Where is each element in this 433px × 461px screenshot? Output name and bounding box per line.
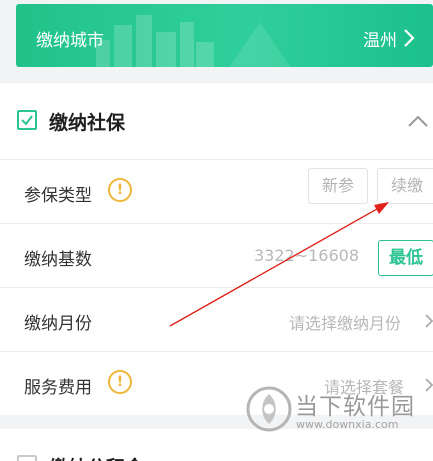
social-insurance-card: 缴纳社保 参保类型 ! 新参 续缴 缴纳基数 3322~16608 最低 缴纳月…	[0, 83, 433, 415]
city-label: 缴纳城市	[36, 31, 104, 51]
base-range: 3322~16608	[254, 246, 360, 265]
section-title: 缴纳社保	[49, 112, 126, 134]
section-header[interactable]: 缴纳社保	[0, 83, 433, 160]
chevron-up-icon[interactable]	[407, 114, 429, 128]
chevron-right-icon[interactable]	[424, 313, 433, 329]
banner-decoration	[226, 22, 294, 67]
info-icon[interactable]: !	[108, 178, 132, 202]
month-placeholder[interactable]: 请选择缴纳月份	[289, 310, 401, 334]
checkbox-unchecked-icon[interactable]	[17, 455, 37, 461]
month-row[interactable]: 缴纳月份 请选择缴纳月份	[0, 288, 433, 352]
city-skyline-decoration	[96, 15, 214, 67]
watermark-name: 当下软件园	[295, 394, 415, 420]
watermark-url: www.downxia.com	[296, 418, 399, 431]
continue-pay-button[interactable]: 续缴	[377, 168, 433, 204]
city-banner[interactable]: 缴纳城市 温州	[16, 4, 433, 67]
base-label: 缴纳基数	[24, 250, 92, 270]
info-icon[interactable]: !	[108, 370, 132, 394]
service-fee-label: 服务费用	[24, 378, 92, 398]
month-label: 缴纳月份	[24, 314, 92, 334]
min-base-button[interactable]: 最低	[378, 240, 433, 276]
checkbox-checked-icon[interactable]	[17, 110, 37, 130]
insurance-type-row: 参保类型 ! 新参 续缴	[0, 160, 433, 224]
base-row: 缴纳基数 3322~16608 最低	[0, 224, 433, 288]
insurance-type-label: 参保类型	[24, 186, 92, 206]
chevron-right-icon[interactable]	[403, 28, 415, 48]
watermark-logo-icon	[246, 386, 292, 432]
city-value[interactable]: 温州	[363, 26, 397, 51]
housing-fund-title: 缴纳公积金	[49, 453, 144, 461]
new-enroll-button[interactable]: 新参	[308, 168, 368, 204]
watermark: 当下软件园 www.downxia.com	[246, 386, 433, 442]
